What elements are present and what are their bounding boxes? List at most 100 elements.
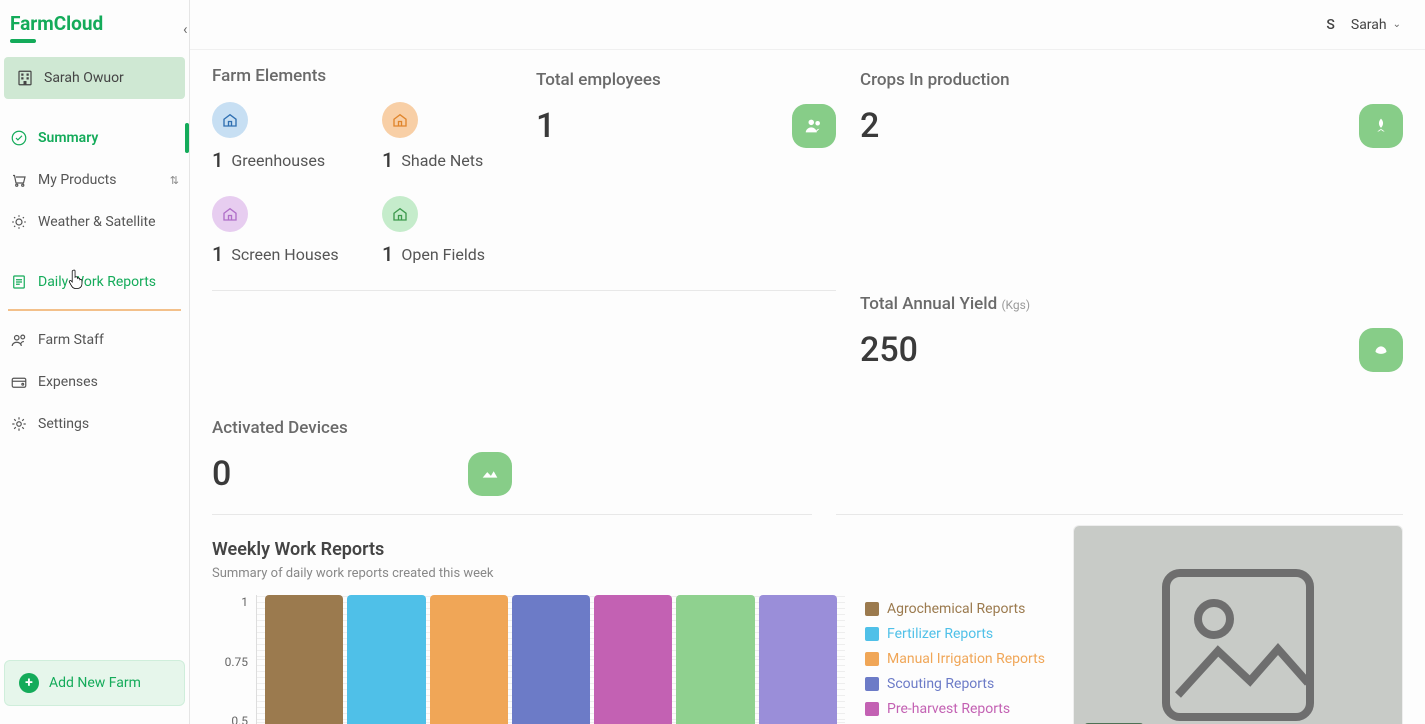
legend-item[interactable]: Scouting Reports bbox=[865, 676, 1045, 692]
nav-farm-staff[interactable]: Farm Staff bbox=[0, 319, 189, 361]
legend-item[interactable]: Fertilizer Reports bbox=[865, 626, 1045, 642]
nav-expenses[interactable]: Expenses bbox=[0, 361, 189, 403]
add-farm-label: Add New Farm bbox=[49, 675, 141, 691]
legend-label: Pre-harvest Reports bbox=[887, 701, 1010, 717]
stat-value: 2 bbox=[860, 106, 879, 146]
weather-icon bbox=[10, 213, 28, 231]
nav-label: Farm Staff bbox=[38, 332, 104, 348]
legend-label: Scouting Reports bbox=[887, 676, 994, 692]
nav-label: Daily Work Reports bbox=[38, 274, 156, 290]
image-placeholder-icon bbox=[1158, 565, 1318, 724]
farm-element-label: Greenhouses bbox=[231, 151, 325, 170]
nav-my-products[interactable]: My Products ⇅ bbox=[0, 159, 189, 201]
stat-value: 1 bbox=[536, 106, 555, 146]
farm-element-count: 1 bbox=[212, 148, 223, 172]
expand-icon: ⇅ bbox=[170, 174, 179, 187]
stats-row: Total employees 1 Crops In production 2 bbox=[212, 66, 1403, 514]
plot-area bbox=[256, 595, 845, 724]
farm-element-label: Open Fields bbox=[401, 245, 485, 264]
farm-element-icon bbox=[212, 102, 248, 138]
content: Total employees 1 Crops In production 2 bbox=[190, 50, 1425, 724]
stat-value: 250 bbox=[860, 330, 918, 370]
legend-swatch bbox=[865, 627, 879, 641]
legend-item[interactable]: Manual Irrigation Reports bbox=[865, 651, 1045, 667]
farm-element-icon bbox=[212, 196, 248, 232]
stat-label: Crops In production bbox=[860, 70, 1403, 90]
legend-swatch bbox=[865, 677, 879, 691]
stat-devices: Activated Devices 0 bbox=[212, 414, 512, 514]
farm-element-item[interactable]: 1 Shade Nets bbox=[382, 102, 512, 172]
farm-elements-label: Farm Elements bbox=[212, 66, 512, 86]
nav-weather[interactable]: Weather & Satellite bbox=[0, 201, 189, 243]
chart-bar[interactable] bbox=[347, 595, 425, 724]
avatar-initial: S bbox=[1326, 17, 1334, 33]
nav-label: Settings bbox=[38, 416, 89, 432]
devices-icon bbox=[468, 452, 512, 496]
collapse-sidebar-button[interactable]: ‹ bbox=[183, 20, 188, 38]
legend-swatch bbox=[865, 702, 879, 716]
profile-menu[interactable]: Sarah ⌄ bbox=[1351, 17, 1401, 33]
plus-icon: + bbox=[19, 673, 39, 693]
crop-card[interactable]: Cal-J Crop Stage:HarvestingLast Update:M… bbox=[1073, 525, 1403, 724]
gear-icon bbox=[10, 415, 28, 433]
crop-image-placeholder: Cal-J bbox=[1074, 526, 1402, 724]
chart-bar[interactable] bbox=[594, 595, 672, 724]
y-axis: 10.750.50.250 bbox=[212, 595, 256, 724]
crop-icon bbox=[1359, 104, 1403, 148]
add-new-farm-button[interactable]: + Add New Farm bbox=[4, 660, 185, 706]
cart-icon bbox=[10, 171, 28, 189]
farm-elements: Farm Elements 1 Greenhouses 1 Shade Nets 1… bbox=[212, 66, 512, 266]
chart-bar[interactable] bbox=[676, 595, 754, 724]
employees-icon bbox=[792, 104, 836, 148]
nav-label: Expenses bbox=[38, 374, 98, 390]
topbar: S Sarah ⌄ bbox=[190, 0, 1425, 50]
weekly-reports-chart: Weekly Work Reports Summary of daily wor… bbox=[212, 525, 1045, 724]
chart-bar[interactable] bbox=[759, 595, 837, 724]
farm-element-label: Shade Nets bbox=[401, 151, 483, 170]
nav-label: Summary bbox=[38, 130, 98, 146]
nav-separator bbox=[8, 309, 181, 311]
main: S Sarah ⌄ Total employees 1 bbox=[190, 0, 1425, 724]
farm-element-count: 1 bbox=[212, 242, 223, 266]
legend-item[interactable]: Pre-harvest Reports bbox=[865, 701, 1045, 717]
nav-daily-work-reports[interactable]: Daily Work Reports bbox=[0, 261, 189, 303]
stat-yield: Total Annual Yield (Kgs) 250 bbox=[860, 290, 1403, 390]
farm-element-icon bbox=[382, 102, 418, 138]
lower-section: Weekly Work Reports Summary of daily wor… bbox=[212, 525, 1403, 724]
stat-employees: Total employees 1 bbox=[536, 66, 836, 166]
chart-bar[interactable] bbox=[265, 595, 343, 724]
y-tick: 0.75 bbox=[225, 655, 248, 669]
chart-bar[interactable] bbox=[430, 595, 508, 724]
reports-icon bbox=[10, 273, 28, 291]
y-tick: 0.5 bbox=[231, 714, 248, 724]
user-pill[interactable]: Sarah Owuor bbox=[4, 57, 185, 99]
legend-label: Fertilizer Reports bbox=[887, 626, 993, 642]
farm-element-item[interactable]: 1 Screen Houses bbox=[212, 196, 342, 266]
stat-separator bbox=[212, 290, 836, 291]
summary-icon bbox=[10, 129, 28, 147]
chart-legend: Agrochemical Reports Fertilizer Reports Ma… bbox=[865, 595, 1045, 724]
stat-value: 0 bbox=[212, 454, 231, 494]
sidebar: FarmCloud ‹ Sarah Owuor Summary My Produ… bbox=[0, 0, 190, 724]
chart-bar[interactable] bbox=[512, 595, 590, 724]
nav-summary[interactable]: Summary bbox=[0, 117, 189, 159]
user-name: Sarah Owuor bbox=[44, 70, 124, 86]
legend-item[interactable]: Agrochemical Reports bbox=[865, 601, 1045, 617]
legend-swatch bbox=[865, 602, 879, 616]
farm-element-item[interactable]: 1 Greenhouses bbox=[212, 102, 342, 172]
chart-title: Weekly Work Reports bbox=[212, 539, 1045, 560]
legend-label: Agrochemical Reports bbox=[887, 601, 1025, 617]
nav-settings[interactable]: Settings bbox=[0, 403, 189, 445]
yield-icon bbox=[1359, 328, 1403, 372]
staff-icon bbox=[10, 331, 28, 349]
stat-unit: (Kgs) bbox=[1001, 298, 1030, 312]
farm-element-label: Screen Houses bbox=[231, 245, 338, 264]
farm-element-count: 1 bbox=[382, 148, 393, 172]
profile-name: Sarah bbox=[1351, 17, 1387, 33]
y-tick: 1 bbox=[241, 595, 248, 609]
farm-element-icon bbox=[382, 196, 418, 232]
logo-underline bbox=[10, 39, 36, 43]
section-separator bbox=[212, 514, 812, 515]
stat-label: Total employees bbox=[536, 70, 836, 90]
farm-element-item[interactable]: 1Open Fields bbox=[382, 196, 512, 266]
